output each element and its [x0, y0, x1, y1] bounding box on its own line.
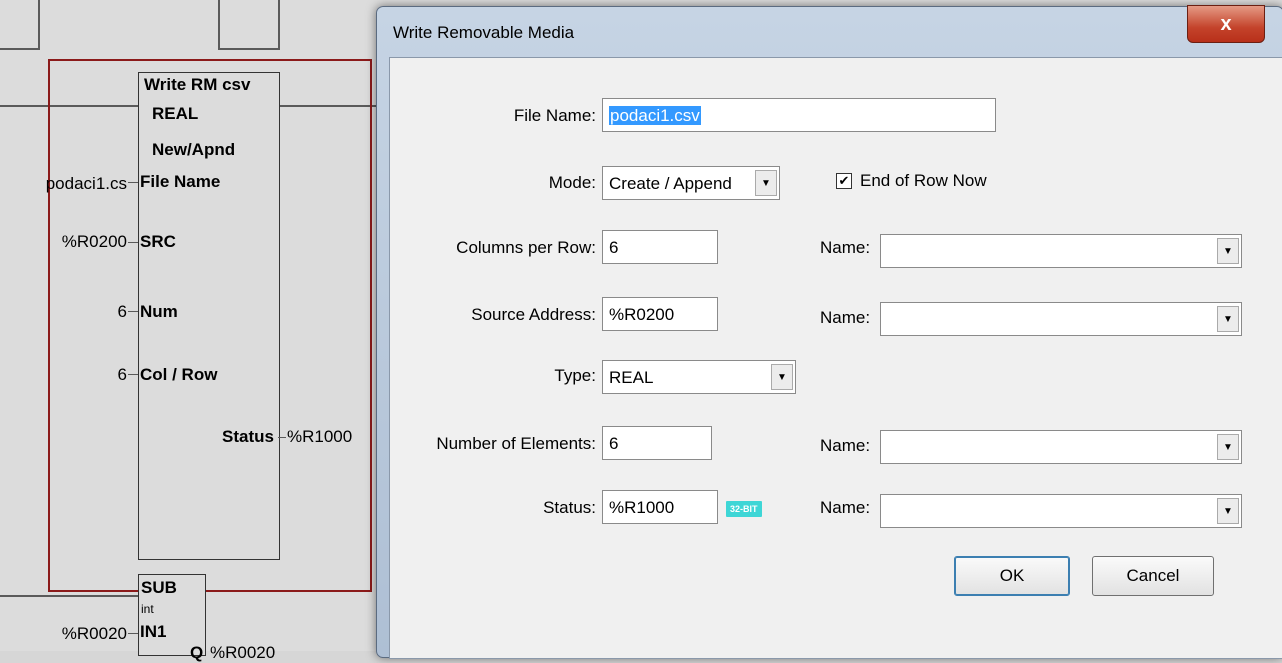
- file-name-label: File Name:: [513, 106, 596, 125]
- mode-label: Mode:: [548, 173, 596, 192]
- write-removable-media-dialog: Write Removable Media x File Name: podac…: [376, 5, 1282, 659]
- chevron-down-icon: ▼: [1217, 238, 1239, 264]
- mode-value: Create / Append: [609, 174, 732, 193]
- ok-button[interactable]: OK: [954, 556, 1070, 596]
- pin-value-src[interactable]: %R0200: [0, 232, 127, 252]
- chevron-down-icon: ▼: [1217, 306, 1239, 332]
- type-value: REAL: [609, 368, 654, 387]
- source-address-label: Source Address:: [471, 305, 596, 324]
- mode-select[interactable]: Create / Append ▼: [602, 166, 780, 200]
- block-type: REAL: [152, 104, 199, 123]
- chevron-down-icon: ▼: [1217, 434, 1239, 460]
- chevron-down-icon: ▼: [1217, 498, 1239, 524]
- source-name-select[interactable]: ▼: [880, 302, 1242, 336]
- pin-wire: [128, 182, 138, 183]
- sub-title: SUB: [141, 578, 177, 597]
- elements-name-label: Name:: [820, 436, 871, 455]
- rung-line: [38, 0, 40, 50]
- pin-label-src: SRC: [140, 232, 176, 251]
- rung-line: [0, 595, 138, 597]
- source-address-input[interactable]: %R0200: [602, 297, 718, 331]
- type-label: Type:: [554, 366, 596, 385]
- sub-q-value[interactable]: %R0020: [210, 643, 275, 663]
- rung-line: [218, 48, 280, 50]
- close-button[interactable]: x: [1187, 5, 1265, 43]
- elements-name-select[interactable]: ▼: [880, 430, 1242, 464]
- pin-wire: [278, 437, 286, 438]
- pin-wire: [128, 633, 138, 634]
- block-mode: New/Apnd: [152, 140, 236, 159]
- columns-name-label: Name:: [820, 238, 871, 257]
- status-name-label: Name:: [820, 498, 871, 517]
- columns-name-select[interactable]: ▼: [880, 234, 1242, 268]
- file-name-value: podaci1.csv: [609, 106, 701, 125]
- sub-q-label: Q: [190, 643, 204, 662]
- dialog-client: File Name: podaci1.csv Mode: Create / Ap…: [389, 57, 1282, 659]
- block-title: Write RM csv: [144, 75, 251, 94]
- file-name-input[interactable]: podaci1.csv: [602, 98, 996, 132]
- pin-wire: [128, 242, 138, 243]
- rung-line: [278, 0, 280, 50]
- number-of-elements-label: Number of Elements:: [436, 434, 596, 453]
- status-name-select[interactable]: ▼: [880, 494, 1242, 528]
- 32-bit-badge: 32-BIT: [726, 501, 762, 517]
- columns-per-row-label: Columns per Row:: [456, 238, 596, 257]
- pin-value-col-row[interactable]: 6: [0, 365, 127, 385]
- dialog-title: Write Removable Media: [393, 23, 575, 42]
- status-input[interactable]: %R1000: [602, 490, 718, 524]
- end-of-row-label: End of Row Now: [860, 171, 987, 190]
- rung-line: [218, 0, 220, 50]
- sub-in1-label: IN1: [140, 622, 167, 641]
- type-select[interactable]: REAL ▼: [602, 360, 796, 394]
- pin-label-col-row: Col / Row: [140, 365, 218, 384]
- output-label-status: Status: [222, 427, 274, 446]
- close-icon: x: [1220, 12, 1232, 35]
- cancel-button[interactable]: Cancel: [1092, 556, 1214, 596]
- pin-value-file-name[interactable]: podaci1.cs: [0, 174, 127, 194]
- pin-wire: [128, 311, 138, 312]
- number-of-elements-input[interactable]: 6: [602, 426, 712, 460]
- rung-line: [0, 48, 40, 50]
- status-label: Status:: [543, 498, 596, 517]
- sub-type: int: [141, 602, 154, 616]
- end-of-row-checkbox[interactable]: ✔: [836, 173, 852, 189]
- pin-value-num[interactable]: 6: [0, 302, 127, 322]
- pin-label-file-name: File Name: [140, 172, 221, 191]
- columns-per-row-input[interactable]: 6: [602, 230, 718, 264]
- pin-label-num: Num: [140, 302, 178, 321]
- chevron-down-icon: ▼: [755, 170, 777, 196]
- chevron-down-icon: ▼: [771, 364, 793, 390]
- sub-in1-value[interactable]: %R0020: [0, 624, 127, 644]
- output-value-status[interactable]: %R1000: [287, 427, 352, 447]
- pin-wire: [128, 374, 138, 375]
- source-name-label: Name:: [820, 308, 871, 327]
